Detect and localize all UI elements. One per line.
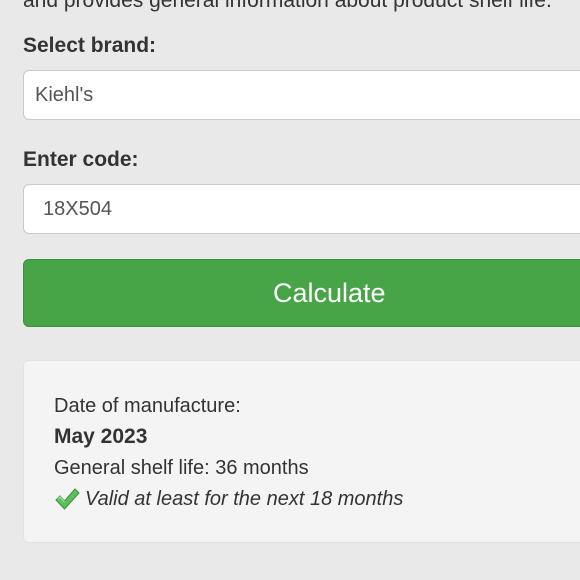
brand-select-value: Kiehl's xyxy=(35,84,94,106)
code-input-value: 18X504 xyxy=(43,198,112,220)
page: and provides general information about p… xyxy=(0,0,580,580)
brand-select[interactable]: Kiehl's xyxy=(23,70,580,120)
manufacture-label: Date of manufacture: xyxy=(54,395,241,417)
shelf-life-text: General shelf life: 36 months xyxy=(54,457,309,479)
check-mark-icon xyxy=(54,486,80,512)
code-label: Enter code: xyxy=(23,148,139,171)
calculate-button[interactable]: Calculate xyxy=(23,259,580,327)
intro-text: and provides general information about p… xyxy=(23,0,552,12)
validity-line: Valid at least for the next 18 months xyxy=(54,486,403,512)
calculate-button-label: Calculate xyxy=(273,278,386,308)
validity-text: Valid at least for the next 18 months xyxy=(85,488,404,510)
brand-label: Select brand: xyxy=(23,34,157,57)
result-panel: Date of manufacture: May 2023 General sh… xyxy=(23,360,580,543)
code-input[interactable]: 18X504 xyxy=(23,184,580,234)
manufacture-date: May 2023 xyxy=(54,425,148,448)
